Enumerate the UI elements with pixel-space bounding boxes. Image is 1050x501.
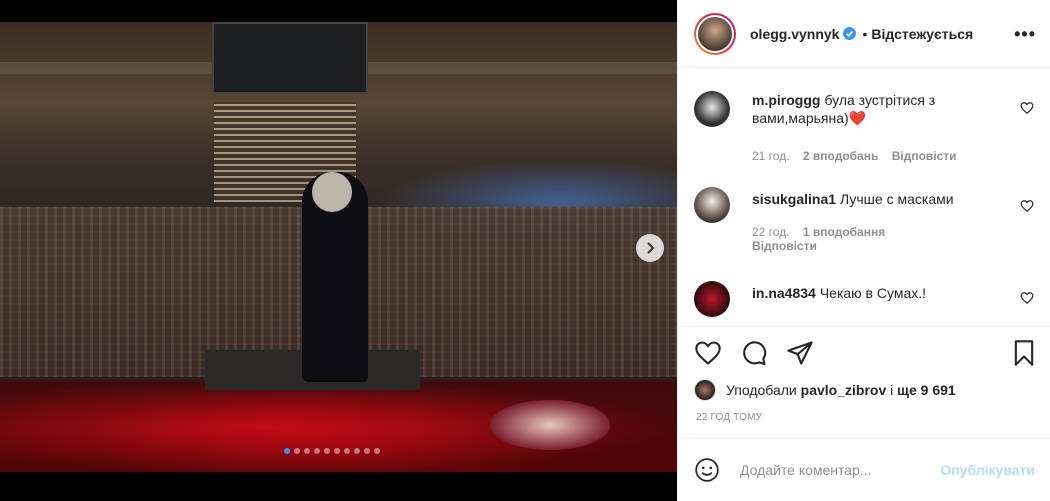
comment-item: m.piroggg була зустрітися з вами,марьяна)… (694, 91, 1034, 171)
commenter-avatar[interactable] (694, 187, 730, 223)
post-header: olegg.vynnyk • Відстежується ••• (678, 0, 1050, 68)
commenter-avatar[interactable] (694, 281, 730, 317)
emoji-icon[interactable] (694, 457, 720, 483)
comment-meta: 21 год. 2 вподобань Відповісти (752, 149, 992, 163)
comment-time: 21 год. (752, 149, 790, 163)
likes-count[interactable]: ще 9 691 (897, 382, 956, 398)
chevron-right-icon (647, 242, 655, 254)
carousel-dot (334, 448, 340, 454)
share-paper-plane-icon[interactable] (786, 339, 814, 367)
commenter-username[interactable]: m.piroggg (752, 92, 820, 108)
comments-list[interactable]: m.piroggg була зустрітися з вами,марьяна)… (678, 69, 1050, 325)
more-options-icon[interactable]: ••• (1014, 24, 1036, 45)
like-heart-icon[interactable] (694, 339, 722, 367)
comment-like-heart-icon[interactable] (1020, 101, 1034, 115)
commenter-avatar[interactable] (694, 91, 730, 127)
publish-button[interactable]: Опублікувати (940, 462, 1035, 478)
carousel-dot (374, 448, 380, 454)
comment-item: in.na4834 Чекаю в Сумах.! (694, 281, 1034, 325)
comment-bubble-icon[interactable] (740, 339, 768, 367)
carousel-dot (354, 448, 360, 454)
scoreboard (212, 22, 368, 94)
reply-button[interactable]: Відповісти (892, 149, 957, 163)
likes-summary: Уподобали pavlo_zibrov і ще 9 691 (694, 379, 956, 401)
carousel-dot (284, 448, 290, 454)
comment-item: sisukgalina1 Лучше с масками 22 год. 1 вп… (694, 187, 1034, 257)
post-media[interactable] (0, 0, 677, 501)
reply-button[interactable]: Відповісти (752, 239, 817, 253)
carousel-dot (344, 448, 350, 454)
comment-time: 22 год. (752, 225, 790, 239)
carousel-dots (284, 448, 380, 454)
header-separator: • (862, 25, 868, 42)
carousel-dot (294, 448, 300, 454)
comment-input[interactable] (740, 462, 920, 478)
performer-hair (312, 172, 352, 212)
liker-avatar[interactable] (694, 379, 716, 401)
following-button[interactable]: Відстежується (871, 26, 973, 42)
comment-text: m.piroggg була зустрітися з вами,марьяна)… (752, 92, 936, 126)
post-side-panel: olegg.vynnyk • Відстежується ••• m.pirog… (677, 0, 1050, 501)
carousel-dot (304, 448, 310, 454)
carousel-dot (314, 448, 320, 454)
heart-emoji: ❤️ (848, 110, 867, 126)
carousel-dot (324, 448, 330, 454)
carousel-next-button[interactable] (636, 234, 664, 262)
carousel-dot (364, 448, 370, 454)
author-username[interactable]: olegg.vynnyk (750, 26, 839, 42)
comment-text: sisukgalina1 Лучше с масками (752, 191, 954, 207)
commenter-username[interactable]: in.na4834 (752, 285, 816, 301)
comment-likes[interactable]: 1 вподобання (803, 225, 885, 239)
comment-like-heart-icon[interactable] (1020, 199, 1034, 213)
add-comment-bar: Опублікувати (678, 438, 1050, 501)
author-avatar[interactable] (694, 12, 736, 55)
bookmark-icon[interactable] (1010, 339, 1038, 367)
comment-likes[interactable]: 2 вподобань (803, 149, 878, 163)
post-timestamp[interactable]: 22 ГОД ТОМУ (696, 412, 762, 423)
post-actions: Уподобали pavlo_zibrov і ще 9 691 22 ГОД… (678, 326, 1050, 438)
flowers-bouquet (490, 400, 610, 450)
concert-photo (0, 22, 677, 472)
comment-text: in.na4834 Чекаю в Сумах.! (752, 285, 927, 301)
commenter-username[interactable]: sisukgalina1 (752, 191, 836, 207)
verified-badge-icon (843, 27, 857, 40)
comment-like-heart-icon[interactable] (1020, 291, 1034, 305)
liker-username[interactable]: pavlo_zibrov (801, 382, 887, 398)
comment-meta: 22 год. 1 вподобання Відповісти (752, 225, 922, 253)
